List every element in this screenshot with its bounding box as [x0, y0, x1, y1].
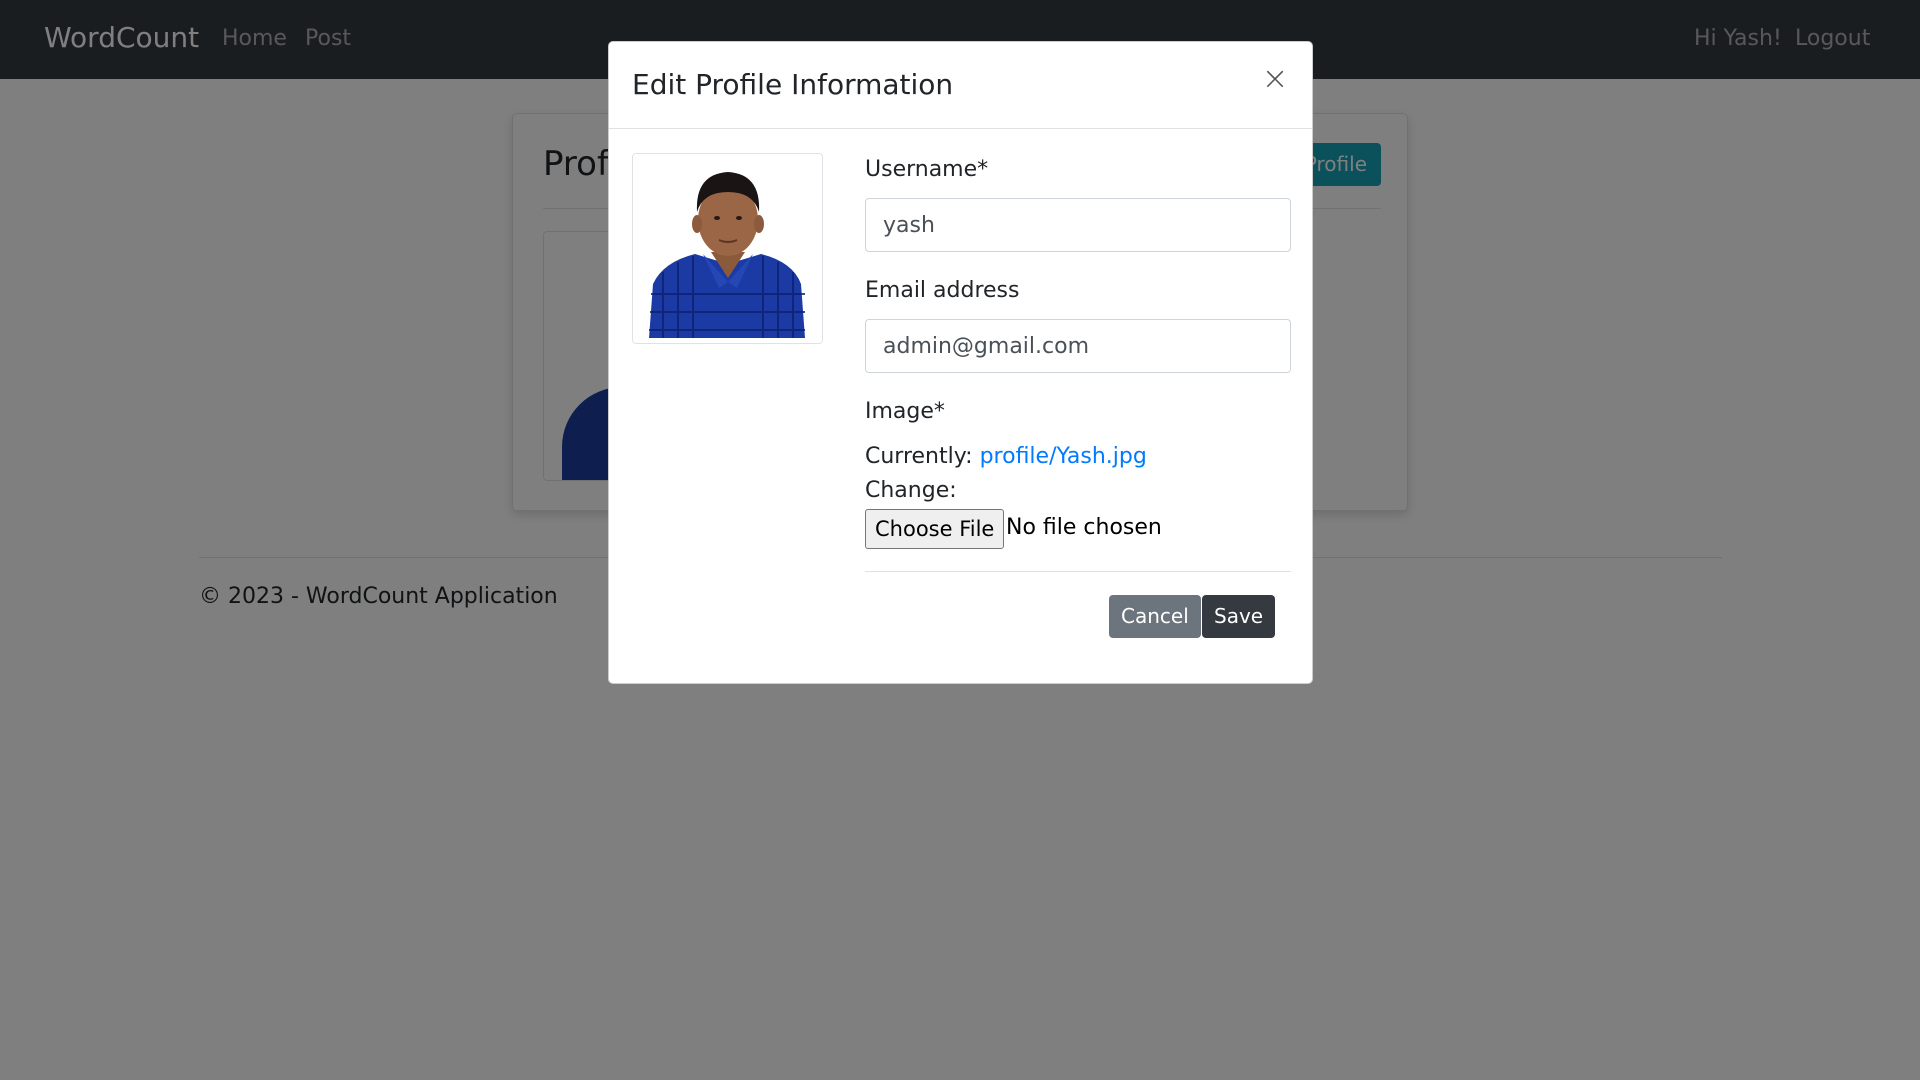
save-button[interactable]: Save: [1202, 595, 1276, 638]
current-image-row: Currently: profile/Yash.jpg: [865, 444, 1147, 469]
change-label: Change:: [865, 478, 957, 503]
email-label: Email address: [865, 278, 1020, 303]
current-image-link[interactable]: profile/Yash.jpg: [980, 444, 1147, 469]
edit-profile-modal: Edit Profile Information × Username* yas…: [608, 41, 1313, 684]
modal-title: Edit Profile Information: [632, 68, 954, 101]
username-label: Username*: [865, 157, 989, 182]
close-icon[interactable]: ×: [1260, 62, 1290, 94]
choose-file-button[interactable]: Choose File: [865, 509, 1005, 549]
profile-avatar: [632, 153, 823, 344]
file-status-text: No file chosen: [1006, 515, 1162, 540]
email-input[interactable]: [865, 319, 1291, 373]
cancel-button[interactable]: Cancel: [1109, 595, 1201, 638]
username-input[interactable]: [865, 198, 1291, 252]
modal-header: Edit Profile Information ×: [609, 42, 1312, 129]
currently-label: Currently:: [865, 444, 973, 469]
form-divider: [865, 571, 1291, 572]
avatar-illustration: [633, 154, 822, 343]
image-label: Image*: [865, 399, 945, 424]
